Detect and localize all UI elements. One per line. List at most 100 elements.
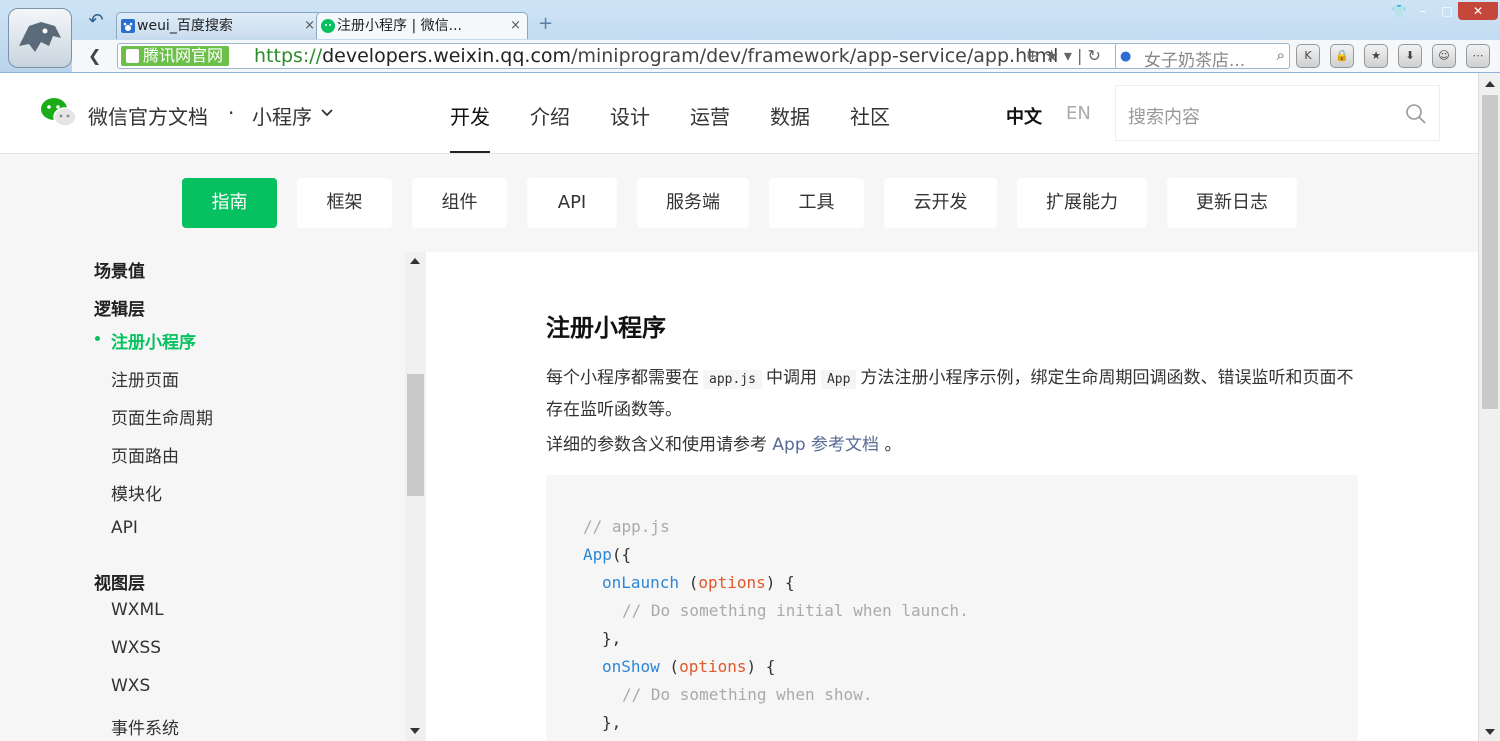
brand-separator: ·: [228, 101, 235, 125]
cheetah-browser-logo-icon[interactable]: [8, 8, 72, 68]
new-tab-button[interactable]: +: [538, 13, 553, 34]
sidebar-group-scene[interactable]: 场景值: [94, 257, 145, 282]
address-bar-actions[interactable]: ⊕ ★ ▾ | ↻: [1026, 46, 1101, 65]
code-function: App: [583, 545, 612, 564]
lang-zh[interactable]: 中文: [1006, 103, 1042, 129]
intro-paragraph: 每个小程序都需要在 app.js 中调用 App 方法注册小程序示例，绑定生命周期回调函…: [546, 363, 1356, 425]
page-scroll-thumb[interactable]: [1482, 95, 1498, 409]
undo-close-tab-icon[interactable]: ↶: [82, 10, 110, 32]
nav-data[interactable]: 数据: [770, 101, 810, 130]
code-text: ) {: [746, 657, 776, 676]
code-block[interactable]: // app.js App({ onLaunch (options) { // …: [546, 475, 1358, 741]
search-icon[interactable]: [1405, 103, 1427, 125]
code-line: },: [602, 713, 622, 732]
reference-text: 详细的参数含义和使用请参考: [546, 435, 767, 455]
nav-intro[interactable]: 介绍: [530, 101, 570, 130]
url-text[interactable]: https://developers.weixin.qq.com/minipro…: [254, 45, 1058, 67]
code-comment: // Do something when show.: [622, 685, 873, 704]
browser-search-box[interactable]: ● 女子奶茶店... ⌕: [1115, 43, 1290, 71]
sidebar-item-wxss[interactable]: WXSS: [111, 638, 161, 658]
scroll-up-icon[interactable]: [1485, 81, 1495, 87]
sidebar-item-modules[interactable]: 模块化: [111, 480, 162, 505]
scroll-down-icon[interactable]: [410, 728, 420, 734]
code-comment: // Do something initial when launch.: [622, 601, 969, 620]
category-api[interactable]: API: [527, 178, 617, 228]
sidebar-item-page-route[interactable]: 页面路由: [111, 442, 179, 467]
code-param: options: [679, 657, 747, 676]
inline-code-appjs: app.js: [703, 370, 762, 389]
category-nav: 指南 框架 组件 API 服务端 工具 云开发 扩展能力 更新日志: [0, 154, 1478, 252]
app-reference-link[interactable]: App 参考文档: [772, 435, 879, 455]
category-changelog[interactable]: 更新日志: [1167, 178, 1297, 228]
category-guide[interactable]: 指南: [182, 178, 277, 228]
extension-lock-icon[interactable]: 🔒: [1330, 44, 1354, 68]
address-bar-row: ❮ 腾讯网官网 https://developers.weixin.qq.com…: [72, 40, 1500, 72]
sidebar-scrollbar[interactable]: [405, 252, 426, 741]
code-text: (: [679, 573, 699, 592]
doc-search-input[interactable]: 搜索内容: [1115, 85, 1440, 141]
wechat-logo-icon[interactable]: [40, 97, 78, 129]
page-title: 注册小程序: [546, 314, 666, 342]
sidebar-item-events[interactable]: 事件系统: [111, 714, 179, 739]
back-button[interactable]: ❮: [88, 46, 101, 65]
nav-design[interactable]: 设计: [610, 101, 650, 130]
sidebar-item-page-lifecycle[interactable]: 页面生命周期: [111, 404, 213, 429]
nav-develop[interactable]: 开发: [450, 101, 490, 130]
code-param: options: [698, 573, 766, 592]
tab-baidu[interactable]: weui_百度搜索 ×: [116, 12, 322, 39]
tab-weixin-docs[interactable]: 注册小程序 | 微信... ×: [316, 12, 528, 39]
download-icon[interactable]: ⬇: [1398, 44, 1422, 68]
tab-label: weui_百度搜索: [137, 18, 233, 34]
favorites-icon[interactable]: ★: [1364, 44, 1388, 68]
chevron-down-icon[interactable]: [320, 103, 334, 123]
intro-text-a: 每个小程序都需要在: [546, 368, 699, 388]
browser-chrome: ↶ weui_百度搜索 × 注册小程序 | 微信... × + 👕 – □ ✕ …: [0, 0, 1500, 73]
sidebar-item-register-app[interactable]: 注册小程序: [111, 328, 196, 353]
baidu-paw-icon: ●: [1120, 49, 1132, 64]
sidebar-item-api[interactable]: API: [111, 518, 138, 538]
more-icon[interactable]: ⋯: [1466, 44, 1490, 68]
category-framework[interactable]: 框架: [297, 178, 392, 228]
extension-k-icon[interactable]: K: [1296, 44, 1320, 68]
brand-title[interactable]: 微信官方文档: [88, 101, 208, 130]
nav-community[interactable]: 社区: [850, 101, 890, 130]
category-tools[interactable]: 工具: [769, 178, 864, 228]
code-line: onLaunch (options) {: [602, 573, 795, 592]
nav-operation[interactable]: 运营: [690, 101, 730, 130]
active-bullet: [95, 336, 100, 341]
minimize-button[interactable]: –: [1412, 2, 1434, 20]
category-components[interactable]: 组件: [412, 178, 507, 228]
sidebar-group-view[interactable]: 视图层: [94, 569, 145, 594]
browser-search-placeholder: 女子奶茶店...: [1144, 51, 1246, 71]
product-switcher[interactable]: 小程序: [252, 101, 312, 130]
close-window-button[interactable]: ✕: [1458, 2, 1498, 20]
category-cloud[interactable]: 云开发: [884, 178, 997, 228]
category-extensions[interactable]: 扩展能力: [1017, 178, 1147, 228]
inline-code-app: App: [820, 370, 857, 389]
sidebar-scroll-thumb[interactable]: [407, 374, 424, 496]
tab-close-icon[interactable]: ×: [304, 13, 315, 39]
scroll-down-icon[interactable]: [1485, 729, 1495, 735]
doc-search-placeholder: 搜索内容: [1128, 107, 1200, 128]
sidebar-group-logic[interactable]: 逻辑层: [94, 295, 145, 320]
lang-en[interactable]: EN: [1066, 103, 1091, 124]
page-scrollbar[interactable]: [1478, 73, 1500, 741]
code-line: onShow (options) {: [602, 657, 775, 676]
code-text: ) {: [765, 573, 795, 592]
maximize-button[interactable]: □: [1436, 2, 1458, 20]
sidebar-item-wxs[interactable]: WXS: [111, 676, 150, 696]
site-verified-badge[interactable]: 腾讯网官网: [121, 46, 230, 66]
site-header: 微信官方文档 · 小程序 开发 介绍 设计 运营 数据 社区 中文 EN 搜索内…: [0, 73, 1478, 154]
code-comment: // app.js: [583, 517, 670, 536]
code-text: ({: [611, 545, 632, 564]
skin-icon[interactable]: 👕: [1388, 2, 1410, 20]
code-line: App({: [583, 545, 631, 564]
sidebar-item-wxml[interactable]: WXML: [111, 600, 164, 620]
sidebar-item-register-page[interactable]: 注册页面: [111, 366, 179, 391]
category-server[interactable]: 服务端: [637, 178, 749, 228]
address-bar[interactable]: 腾讯网官网 https://developers.weixin.qq.com/m…: [117, 43, 1177, 69]
search-icon[interactable]: ⌕: [1277, 46, 1285, 64]
scroll-up-icon[interactable]: [410, 258, 420, 264]
game-icon[interactable]: ☺: [1432, 44, 1456, 68]
tab-close-icon[interactable]: ×: [510, 13, 521, 39]
